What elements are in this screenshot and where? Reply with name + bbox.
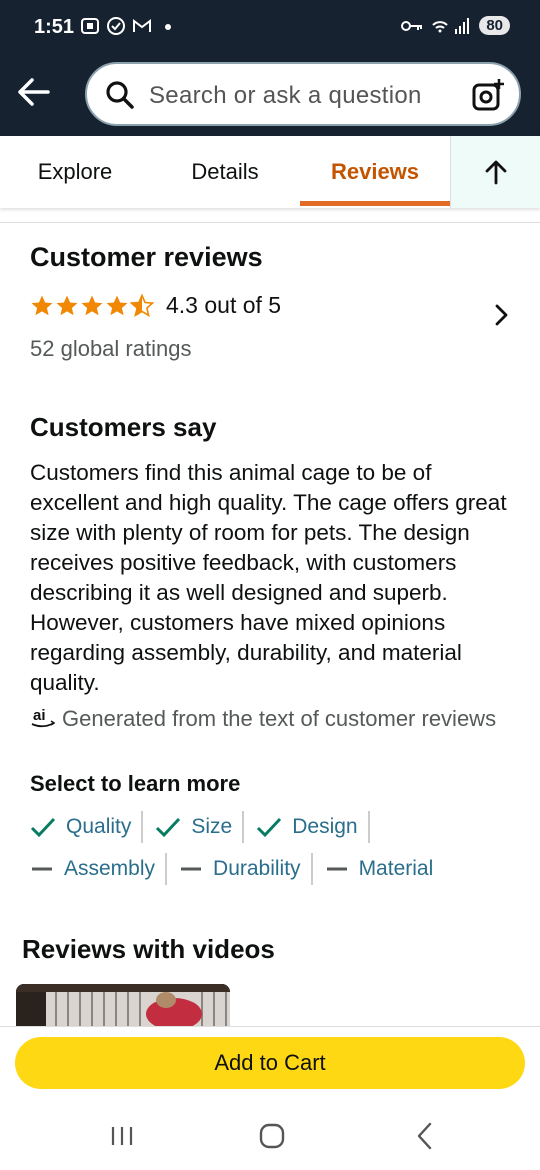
scroll-to-top-button[interactable] — [450, 136, 540, 208]
aspect-label: Material — [358, 857, 434, 880]
svg-text:ai: ai — [33, 707, 46, 724]
battery-level: 80 — [479, 16, 510, 35]
key-icon — [401, 20, 423, 31]
ai-generated-note: ai Generated from the text of customer re… — [30, 704, 500, 734]
star-icon — [31, 295, 53, 315]
global-ratings-count: 52 global ratings — [30, 336, 192, 361]
aspect-chip-size[interactable]: Size — [155, 811, 245, 843]
tab-explore[interactable]: Explore — [0, 136, 150, 208]
status-right-icons: 80 — [401, 16, 510, 35]
customer-reviews-heading: Customer reviews — [30, 242, 263, 272]
rating-text: 4.3 out of 5 — [166, 292, 282, 318]
checkmark-icon — [156, 817, 181, 838]
camera-search-icon[interactable] — [471, 78, 505, 112]
dot-icon — [165, 24, 171, 30]
tab-bar: Explore Details Reviews — [0, 136, 540, 208]
arrow-up-icon — [485, 160, 506, 185]
check-circle-icon — [107, 17, 125, 35]
aspect-chip-material[interactable]: Material — [325, 853, 444, 885]
ai-icon: ai — [31, 707, 56, 728]
system-back-icon[interactable] — [410, 1121, 440, 1151]
checkmark-icon — [30, 817, 56, 838]
rating-summary[interactable]: 4.3 out of 5 — [30, 292, 281, 319]
aspect-label: Design — [292, 815, 358, 838]
reviews-with-videos-heading: Reviews with videos — [22, 934, 275, 964]
gmail-icon — [133, 19, 151, 32]
status-time: 1:51 — [34, 16, 75, 38]
customers-say-heading: Customers say — [30, 412, 217, 442]
cage-video-image — [16, 984, 230, 1026]
back-arrow-icon[interactable] — [14, 74, 54, 110]
dash-icon — [32, 867, 52, 871]
home-icon[interactable] — [257, 1121, 287, 1151]
wifi-signal-icon — [432, 17, 470, 34]
recent-apps-icon[interactable] — [107, 1121, 137, 1151]
star-rating — [30, 293, 154, 318]
divider — [0, 222, 540, 223]
checkmark-icon — [257, 817, 282, 838]
aspect-label: Durability — [213, 857, 301, 880]
bottom-action-bar: Add to Cart — [0, 1026, 540, 1170]
screenshot-icon — [81, 18, 99, 34]
mixed-aspects-row: Assembly Durability Material — [30, 853, 455, 885]
dash-icon — [181, 867, 202, 871]
aspect-label: Assembly — [64, 857, 156, 880]
star-icon — [106, 295, 128, 315]
search-input[interactable]: Search or ask a question — [85, 62, 521, 126]
select-to-learn-heading: Select to learn more — [30, 771, 241, 796]
ai-note-text: Generated from the text of customer revi… — [62, 706, 497, 731]
aspect-chip-durability[interactable]: Durability — [179, 853, 313, 885]
search-header: Search or ask a question — [0, 56, 540, 136]
positive-aspects-row: Quality Size Design — [30, 811, 382, 843]
chevron-right-icon[interactable] — [490, 302, 512, 328]
star-icon — [81, 295, 103, 315]
aspect-chip-quality[interactable]: Quality — [30, 811, 144, 843]
status-bar: 1:51 80 — [0, 0, 540, 56]
aspect-chip-assembly[interactable]: Assembly — [30, 853, 168, 885]
aspect-label: Size — [191, 815, 233, 838]
half-star-icon — [130, 293, 154, 317]
review-summary: Customers find this animal cage to be of… — [30, 460, 507, 695]
aspect-chip-design[interactable]: Design — [256, 811, 370, 843]
aspect-label: Quality — [66, 815, 132, 838]
search-placeholder: Search or ask a question — [149, 82, 422, 109]
tab-reviews[interactable]: Reviews — [300, 136, 450, 208]
search-icon — [106, 81, 134, 109]
notification-icons — [80, 16, 178, 36]
add-to-cart-button[interactable]: Add to Cart — [15, 1037, 525, 1089]
tab-details[interactable]: Details — [150, 136, 300, 208]
dash-icon — [326, 867, 347, 871]
star-icon — [56, 295, 78, 315]
video-thumbnail[interactable] — [16, 984, 230, 1026]
